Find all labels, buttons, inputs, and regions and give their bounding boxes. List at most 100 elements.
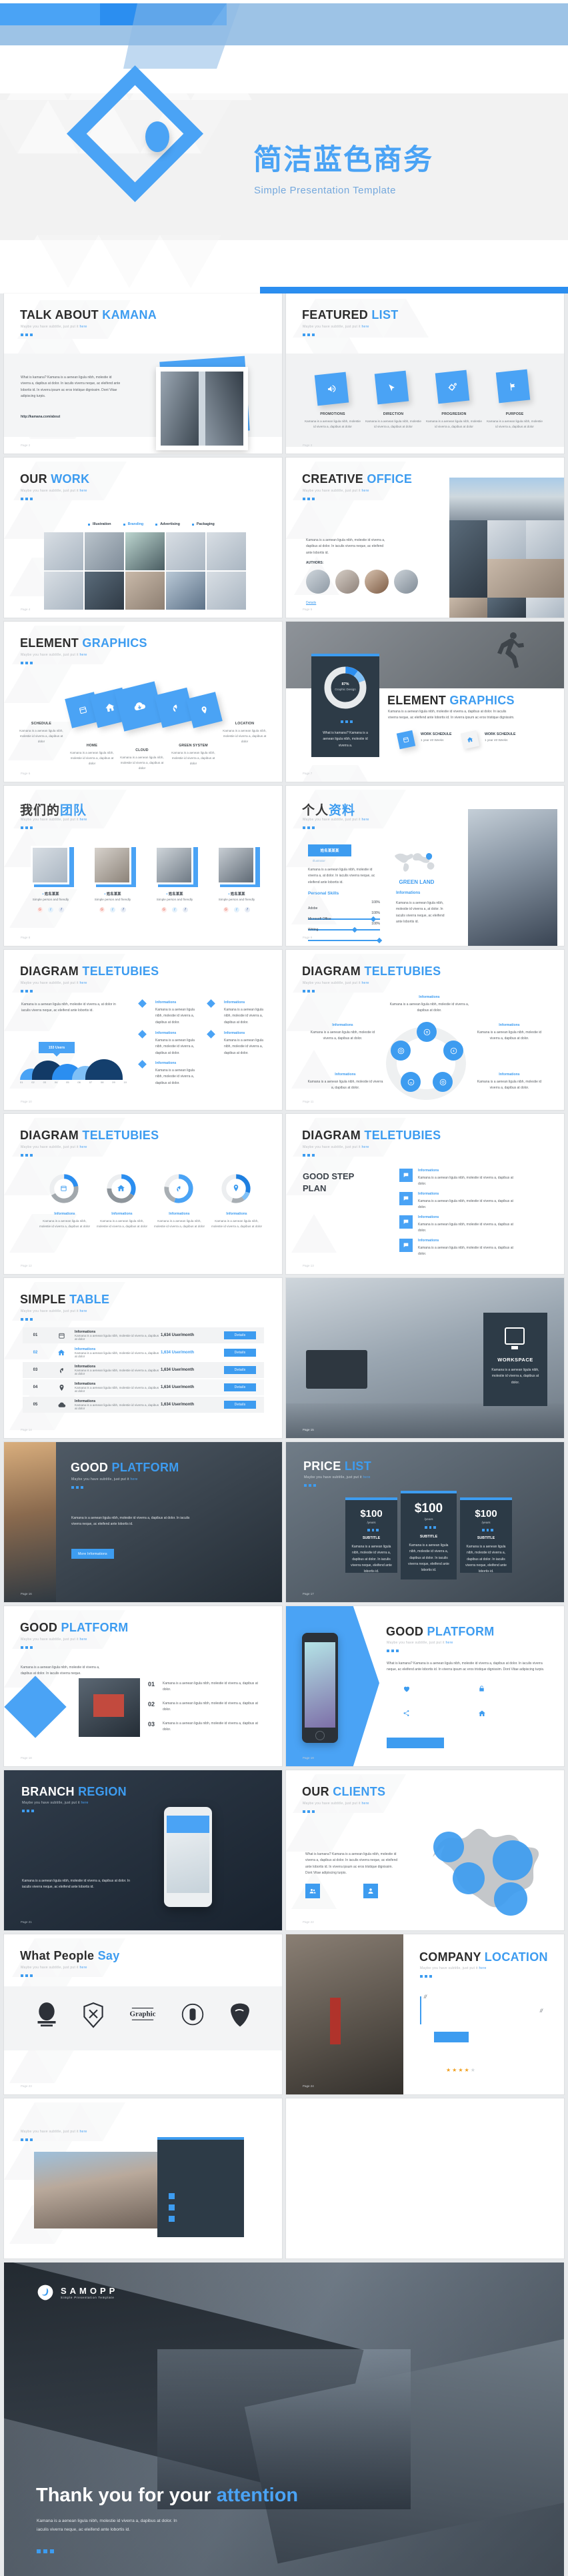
work-thumb[interactable] <box>44 532 83 570</box>
slide-element-graphics-hero[interactable]: 87% Graphic Design What is kamana? Kaman… <box>286 622 564 782</box>
avatar[interactable] <box>335 570 359 594</box>
details-button[interactable]: Details <box>224 1349 256 1357</box>
social-links[interactable]: G t f <box>37 907 64 912</box>
badge-logo[interactable] <box>35 2001 59 2029</box>
details-button[interactable]: Details <box>224 1383 256 1391</box>
feature-tile[interactable] <box>396 730 416 750</box>
diagram-node[interactable] <box>433 1072 453 1092</box>
table-row[interactable]: 02 Informations Kamana is a aenean ligula… <box>23 1345 264 1361</box>
client-logos[interactable]: Graphic <box>23 2001 264 2029</box>
stamp-logo[interactable] <box>181 2001 205 2029</box>
table-row[interactable]: 05 Informations Kamana is a aenean ligula… <box>23 1397 264 1413</box>
table-row[interactable]: 04 Informations Kamana is a aenean ligula… <box>23 1379 264 1395</box>
avatar[interactable] <box>306 570 330 594</box>
slide-creative-office[interactable]: CREATIVE OFFICE Maybe you have subtitle,… <box>286 458 564 618</box>
donut-item[interactable] <box>105 1173 137 1205</box>
tab-advertising[interactable]: Advertising <box>155 522 180 526</box>
work-thumb[interactable] <box>207 572 246 610</box>
slide-our-work[interactable]: OUR WORK Maybe you have subtitle, just p… <box>4 458 282 618</box>
facebook-icon[interactable]: f <box>59 907 64 912</box>
work-thumb[interactable] <box>125 532 165 570</box>
slide-simple-table[interactable]: SIMPLE TABLE Maybe you have subtitle, ju… <box>4 1278 282 1438</box>
avatar[interactable] <box>394 570 418 594</box>
price-card[interactable]: $100 /years SUBTITLE Kamana is a aenean … <box>345 1497 397 1573</box>
platform-feature[interactable] <box>403 1710 410 1717</box>
google-plus-icon[interactable]: G <box>223 907 229 912</box>
slide-price-list[interactable]: PRICE LIST Maybe you have subtitle, just… <box>286 1442 564 1602</box>
crest-logo[interactable] <box>82 2001 105 2029</box>
slide-featured-list[interactable]: FEATURED LIST Maybe you have subtitle, j… <box>286 293 564 454</box>
shield-logo[interactable] <box>228 2002 252 2028</box>
facebook-icon[interactable]: f <box>183 907 188 912</box>
more-informations-button[interactable] <box>387 1738 444 1748</box>
slide-diagram-hills[interactable]: DIAGRAM TELETUBIES Maybe you have subtit… <box>4 950 282 1110</box>
slide-best-application[interactable]: BRANCH REGION Maybe you have subtitle, j… <box>4 1770 282 1930</box>
platform-feature[interactable] <box>478 1710 486 1718</box>
slide-diagram-circles[interactable]: DIAGRAM TELETUBIES Maybe you have subtit… <box>286 950 564 1110</box>
slide-company-location[interactable]: Maybe you have subtitle, just put it her… <box>4 2098 282 2259</box>
platform-feature[interactable] <box>403 1685 411 1693</box>
work-thumb[interactable] <box>125 572 165 610</box>
tab-illustration[interactable]: Illustration <box>88 522 111 526</box>
step-icon-tile[interactable] <box>399 1169 413 1182</box>
table-row[interactable]: 01 Informations Kamana is a aenean ligula… <box>23 1327 264 1343</box>
slide-good-step-plan[interactable]: DIAGRAM TELETUBIES Maybe you have subtit… <box>286 1114 564 1274</box>
work-thumb[interactable] <box>85 572 124 610</box>
map-bubble[interactable] <box>494 1882 527 1916</box>
map-bubble[interactable] <box>453 1862 485 1894</box>
price-card[interactable]: $100 /years SUBTITLE Kamana is a aenean … <box>460 1497 512 1573</box>
feature-tile[interactable] <box>435 370 470 404</box>
work-thumb[interactable] <box>166 572 205 610</box>
slide-good-platform-phone[interactable]: GOOD PLATFORM Maybe you have subtitle, j… <box>286 1606 564 1766</box>
diagram-node[interactable] <box>391 1041 411 1061</box>
facebook-icon[interactable]: f <box>121 907 126 912</box>
facebook-icon[interactable]: f <box>245 907 250 912</box>
twitter-icon[interactable]: t <box>48 907 53 912</box>
slide-branch-region[interactable]: OUR CLIENTS Maybe you have subtitle, jus… <box>286 1770 564 1930</box>
feature-tile[interactable] <box>460 730 480 750</box>
avatar[interactable] <box>365 570 389 594</box>
slide-talk-about-kamana[interactable]: TALK ABOUT KAMANA Maybe you have subtitl… <box>4 293 282 454</box>
slide-good-platform-numbers[interactable]: GOOD PLATFORM Maybe you have subtitle, j… <box>4 1606 282 1766</box>
step-icon-tile[interactable] <box>399 1215 413 1229</box>
price-card[interactable]: $100 /years SUBTITLE Kamana is a aenean … <box>401 1491 457 1579</box>
donut-item[interactable] <box>48 1173 80 1205</box>
slide-what-people-say[interactable]: COMPANY LOCATION Maybe you have subtitle… <box>286 1934 564 2094</box>
more-informations-button[interactable]: More Informations <box>71 1549 114 1559</box>
social-links[interactable]: G t f <box>223 907 250 912</box>
twitter-icon[interactable]: t <box>110 907 115 912</box>
diagram-node[interactable] <box>401 1072 421 1092</box>
slide-diagram-donuts[interactable]: DIAGRAM TELETUBIES Maybe you have subtit… <box>4 1114 282 1274</box>
work-filter-tabs[interactable]: Illustration Branding Advertising Packag… <box>88 522 215 526</box>
diagram-node[interactable] <box>443 1041 463 1061</box>
social-links[interactable]: G t f <box>161 907 188 912</box>
slide-our-clients[interactable]: What People Say Maybe you have subtitle,… <box>4 1934 282 2094</box>
donut-item[interactable] <box>220 1173 252 1205</box>
about-link[interactable]: http://kamana.com/about <box>21 415 60 419</box>
google-plus-icon[interactable]: G <box>37 907 43 912</box>
step-icon-tile[interactable] <box>399 1192 413 1205</box>
feature-tile[interactable] <box>314 372 349 406</box>
details-button[interactable]: Details <box>224 1366 256 1374</box>
feature-tile[interactable] <box>495 369 531 404</box>
social-links[interactable]: G t f <box>99 907 126 912</box>
details-button[interactable]: Details <box>224 1401 256 1409</box>
slide-personal-profile[interactable]: 个人资料 Maybe you have subtitle, just put i… <box>286 786 564 946</box>
platform-feature[interactable] <box>478 1685 485 1692</box>
graphic-tile[interactable] <box>186 692 223 728</box>
details-link[interactable]: Details <box>306 601 316 605</box>
tab-packaging[interactable]: Packaging <box>191 522 215 526</box>
slide-good-platform-hero[interactable]: GOOD PLATFORM Maybe you have subtitle, j… <box>4 1442 282 1602</box>
tab-branding[interactable]: Branding <box>123 522 143 526</box>
twitter-icon[interactable]: t <box>172 907 177 912</box>
slide-workspace[interactable]: WORKSPACE Kamana is a aenean ligula nibh… <box>286 1278 564 1438</box>
feature-tile[interactable] <box>374 370 409 405</box>
details-button[interactable]: Details <box>224 1331 256 1339</box>
map-bubble[interactable] <box>493 1840 533 1880</box>
slide-element-graphics[interactable]: ELEMENT GRAPHICS Maybe you have subtitle… <box>4 622 282 782</box>
work-thumb[interactable] <box>166 532 205 570</box>
google-plus-icon[interactable]: G <box>99 907 105 912</box>
diagram-node[interactable] <box>417 1022 437 1042</box>
work-thumb[interactable] <box>44 572 83 610</box>
author-avatars[interactable] <box>306 570 418 594</box>
